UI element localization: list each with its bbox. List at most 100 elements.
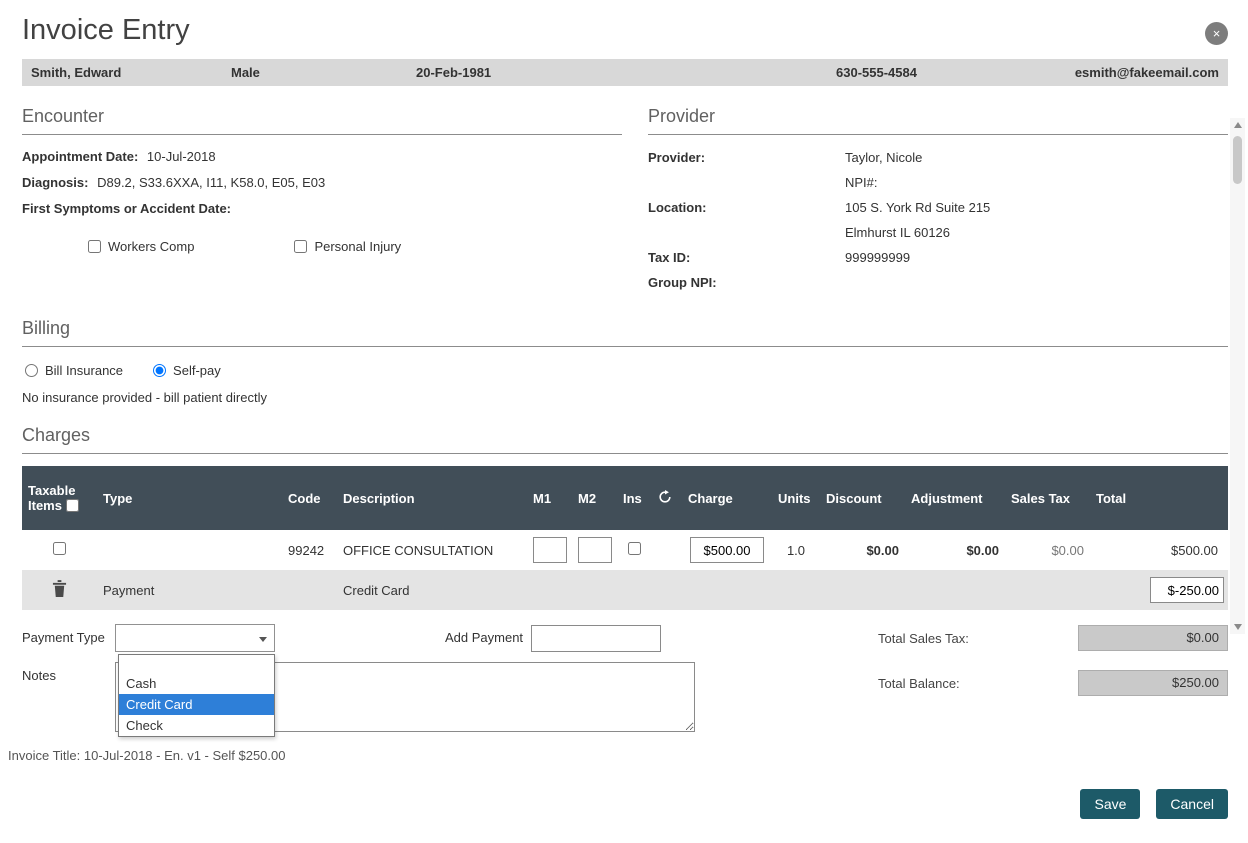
close-icon: × [1213,26,1221,41]
row-type [97,530,282,570]
col-description-header: Description [337,466,527,530]
row-adjustment[interactable]: $0.00 [905,530,1005,570]
total-sales-tax-label: Total Sales Tax: [878,625,1078,652]
vertical-scrollbar[interactable] [1230,118,1245,634]
payment-type-label: Payment Type [22,624,115,652]
billing-note: No insurance provided - bill patient dir… [22,390,1228,405]
row-description: Credit Card [337,570,527,610]
col-units-header: Units [772,466,820,530]
self-pay-option[interactable]: Self-pay [153,363,221,378]
charges-heading: Charges [22,425,1228,454]
personal-injury-option[interactable]: Personal Injury [294,239,401,254]
notes-label: Notes [22,662,115,690]
row-taxable-checkbox[interactable] [53,542,66,555]
personal-injury-checkbox[interactable] [294,240,307,253]
refresh-header-cell [652,466,682,530]
group-npi-label: Group NPI: [648,272,845,294]
invoice-entry-page: Invoice Entry × Smith, Edward Male 20-Fe… [0,0,1248,843]
bill-insurance-label: Bill Insurance [45,363,123,378]
col-total-header: Total [1090,466,1228,530]
self-pay-label: Self-pay [173,363,221,378]
col-charge-header: Charge [682,466,772,530]
m1-input[interactable] [533,537,567,563]
col-type-header: Type [97,466,282,530]
provider-label: Provider: [648,147,845,169]
dropdown-option-check[interactable]: Check [119,715,274,736]
provider-section: Provider Provider: Taylor, Nicole NPI#: … [648,106,1228,294]
row-total: $500.00 [1090,530,1228,570]
bill-insurance-radio[interactable] [25,364,38,377]
dropdown-option-cash[interactable]: Cash [119,673,274,694]
payment-type-dropdown: Cash Credit Card Check [118,654,275,737]
taxable-items-header-checkbox[interactable] [66,499,79,512]
cancel-button[interactable]: Cancel [1156,789,1228,819]
ins-checkbox[interactable] [628,542,641,555]
col-m2-header: M2 [572,466,617,530]
appointment-date-label: Appointment Date: [22,149,138,164]
m2-input[interactable] [578,537,612,563]
charges-section: Charges Taxable Items [22,425,1228,610]
col-code-header: Code [282,466,337,530]
payment-row: Payment Credit Card [22,570,1228,610]
add-payment-input[interactable] [531,625,661,652]
provider-heading: Provider [648,106,1228,135]
patient-dob: 20-Feb-1981 [416,65,836,80]
scroll-down-icon [1234,624,1242,630]
npi-label: NPI#: [845,172,1228,194]
charges-header-row: Taxable Items Type Code Description M1 M… [22,466,1228,530]
diagnosis-label: Diagnosis: [22,175,88,190]
col-discount-header: Discount [820,466,905,530]
scroll-up-button[interactable] [1230,118,1245,132]
patient-gender: Male [231,65,416,80]
patient-bar: Smith, Edward Male 20-Feb-1981 630-555-4… [22,59,1228,86]
col-ins-header: Ins [617,466,652,530]
location-line2: Elmhurst IL 60126 [845,222,1228,244]
add-payment-label: Add Payment [445,624,523,652]
billing-heading: Billing [22,318,1228,347]
encounter-heading: Encounter [22,106,622,135]
col-m1-header: M1 [527,466,572,530]
workers-comp-checkbox[interactable] [88,240,101,253]
total-sales-tax-value: $0.00 [1078,625,1228,651]
billing-section: Billing Bill Insurance Self-pay No insur… [22,318,1228,405]
provider-value: Taylor, Nicole [845,147,1228,169]
delete-payment-button[interactable] [52,580,67,597]
patient-email: esmith@fakeemail.com [1071,65,1219,80]
patient-name: Smith, Edward [31,65,231,80]
page-title: Invoice Entry [22,14,190,47]
personal-injury-label: Personal Injury [314,239,401,254]
invoice-title: Invoice Title: 10-Jul-2018 - En. v1 - Se… [8,748,1228,763]
total-balance-value: $250.00 [1078,670,1228,696]
col-sales-tax-header: Sales Tax [1005,466,1090,530]
refresh-icon[interactable] [658,490,672,504]
payment-total-input[interactable] [1150,577,1224,603]
charges-table: Taxable Items Type Code Description M1 M… [22,466,1228,610]
bill-insurance-option[interactable]: Bill Insurance [25,363,123,378]
total-balance-label: Total Balance: [878,670,1078,697]
row-units: 1.0 [772,530,820,570]
dropdown-option-blank[interactable] [119,655,274,673]
encounter-section: Encounter Appointment Date: 10-Jul-2018 … [22,106,622,294]
dropdown-option-credit-card[interactable]: Credit Card [119,694,274,715]
charge-row: 99242 OFFICE CONSULTATION 1.0 $0.00 $0.0… [22,530,1228,570]
scrollbar-thumb[interactable] [1233,136,1242,184]
row-code: 99242 [282,530,337,570]
close-button[interactable]: × [1205,22,1228,45]
first-symptoms-label: First Symptoms or Accident Date: [22,201,231,216]
scroll-down-button[interactable] [1230,620,1245,634]
workers-comp-option[interactable]: Workers Comp [88,239,194,254]
group-npi-value [845,272,1228,294]
diagnosis-value: D89.2, S33.6XXA, I11, K58.0, E05, E03 [97,175,325,190]
row-sales-tax: $0.00 [1005,530,1090,570]
workers-comp-label: Workers Comp [108,239,194,254]
row-discount[interactable]: $0.00 [820,530,905,570]
self-pay-radio[interactable] [153,364,166,377]
charge-input[interactable] [690,537,764,563]
scroll-area: Encounter Appointment Date: 10-Jul-2018 … [22,106,1228,610]
location-label: Location: [648,197,845,219]
tax-id-value: 999999999 [845,247,1228,269]
scroll-up-icon [1234,122,1242,128]
payment-type-select[interactable]: Cash Credit Card Check [115,624,275,652]
save-button[interactable]: Save [1080,789,1140,819]
tax-id-label: Tax ID: [648,247,845,269]
